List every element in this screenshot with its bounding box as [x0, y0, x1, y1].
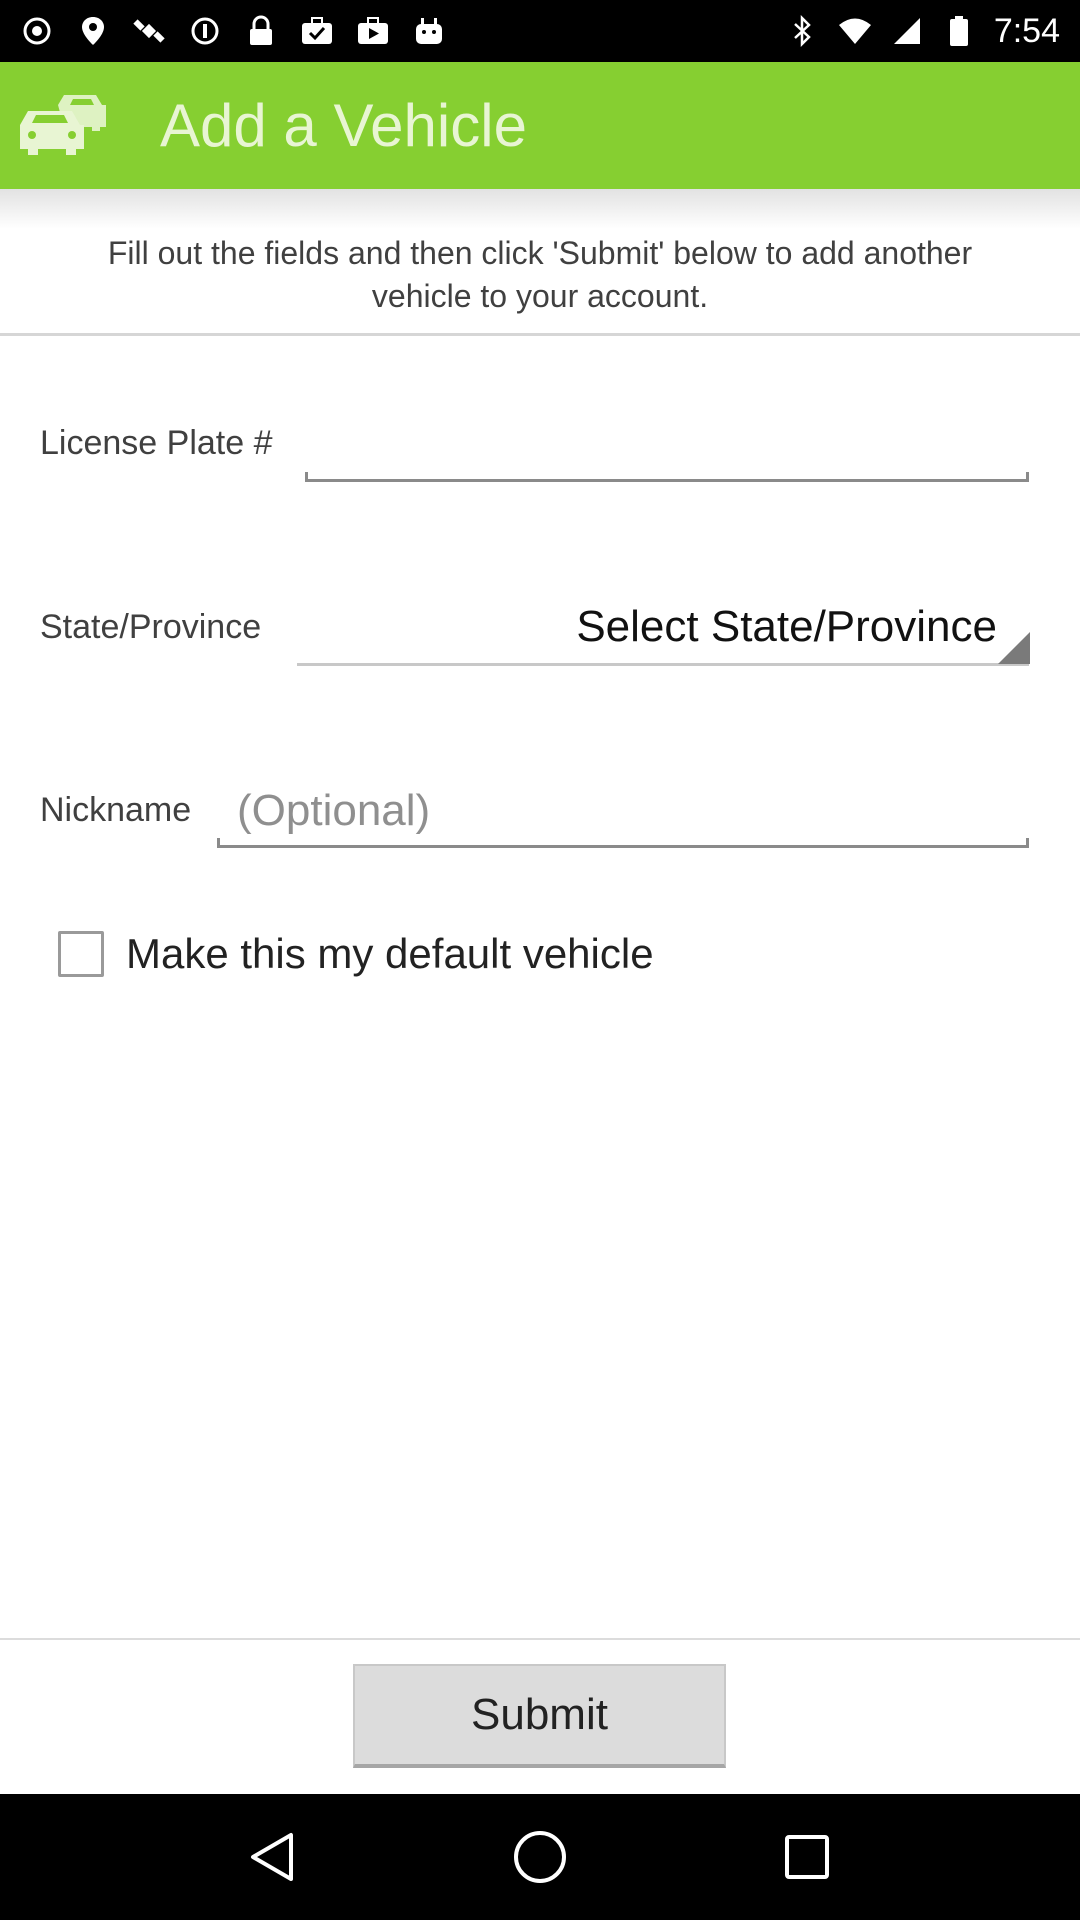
page-title: Add a Vehicle: [160, 92, 527, 159]
default-vehicle-label: Make this my default vehicle: [126, 930, 654, 977]
app-bar-shadow: [0, 189, 1080, 229]
check-bag-icon: [300, 14, 334, 48]
default-vehicle-checkbox[interactable]: Make this my default vehicle: [58, 930, 654, 978]
input-edge: [1026, 472, 1029, 482]
back-icon[interactable]: [233, 1817, 313, 1897]
divider: [0, 1638, 1080, 1640]
fake-gps-icon: [76, 14, 110, 48]
notification-icons: [20, 14, 446, 48]
dropdown-arrow-icon: [998, 632, 1030, 664]
play-store-icon: [356, 14, 390, 48]
clock: 7:54: [993, 11, 1060, 50]
state-province-label: State/Province: [40, 608, 262, 646]
divider: [0, 333, 1080, 336]
battery-icon: [942, 14, 976, 48]
input-edge: [217, 838, 220, 848]
dropdown-underline: [297, 663, 1029, 666]
cars-icon: [18, 91, 108, 161]
state-province-selected: Select State/Province: [576, 602, 997, 651]
navigation-bar: [0, 1794, 1080, 1920]
status-bar: 7:54: [0, 0, 1080, 62]
recents-icon[interactable]: [767, 1817, 847, 1897]
record-icon: [20, 14, 54, 48]
nickname-input[interactable]: [217, 776, 1029, 848]
license-plate-input[interactable]: [305, 420, 1029, 482]
satellite-icon: [132, 14, 166, 48]
intro-text: Fill out the fields and then click 'Subm…: [107, 235, 973, 314]
home-icon[interactable]: [500, 1817, 580, 1897]
checkbox-box[interactable]: [58, 931, 104, 977]
wifi-icon: [838, 14, 872, 48]
sync-icon: [188, 14, 222, 48]
bluetooth-icon: [786, 14, 820, 48]
app-bar: Add a Vehicle: [0, 62, 1080, 189]
input-edge: [305, 472, 308, 482]
input-edge: [1026, 838, 1029, 848]
lock-icon: [244, 14, 278, 48]
android-icon: [412, 14, 446, 48]
signal-icon: [890, 14, 924, 48]
system-icons: 7:54: [786, 12, 1060, 51]
state-province-dropdown[interactable]: Select State/Province: [297, 588, 1029, 666]
submit-button[interactable]: Submit: [353, 1664, 726, 1768]
nickname-label: Nickname: [40, 791, 192, 829]
license-plate-label: License Plate #: [40, 424, 273, 462]
